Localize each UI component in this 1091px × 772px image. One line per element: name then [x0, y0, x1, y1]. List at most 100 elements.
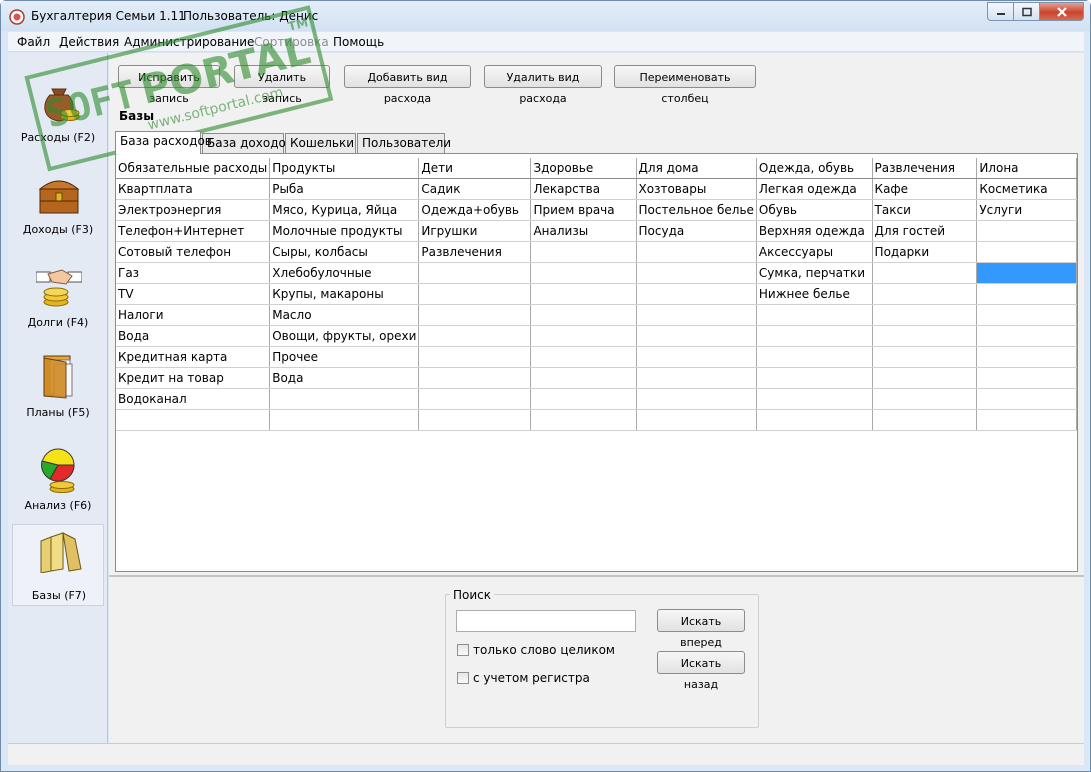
- search-input[interactable]: [456, 610, 636, 632]
- table-cell[interactable]: [872, 346, 978, 368]
- table-cell[interactable]: [530, 241, 637, 263]
- table-cell[interactable]: [418, 388, 532, 410]
- table-cell[interactable]: [269, 409, 420, 431]
- table-cell[interactable]: [530, 346, 637, 368]
- table-cell[interactable]: Рыба: [269, 178, 420, 200]
- table-cell[interactable]: [872, 409, 978, 431]
- title-bar[interactable]: Бухгалтерия Семьи 1.11 Пользователь: Ден…: [1, 1, 1090, 31]
- table-cell[interactable]: [418, 325, 532, 347]
- tab-wallets[interactable]: Кошельки: [285, 133, 356, 153]
- table-cell[interactable]: Вода: [116, 325, 271, 347]
- table-cell[interactable]: [976, 367, 1077, 389]
- table-cell[interactable]: Обувь: [756, 199, 873, 221]
- table-cell[interactable]: [756, 388, 873, 410]
- tab-income-base[interactable]: База доходов: [202, 133, 293, 153]
- table-cell[interactable]: [872, 325, 978, 347]
- table-cell[interactable]: [756, 409, 873, 431]
- table-cell[interactable]: Услуги: [976, 199, 1077, 221]
- table-cell[interactable]: [872, 283, 978, 305]
- table-cell[interactable]: Сыры, колбасы: [269, 241, 420, 263]
- table-cell[interactable]: [418, 262, 532, 284]
- table-cell[interactable]: Легкая одежда: [756, 178, 873, 200]
- column-header[interactable]: Одежда, обувь: [756, 158, 873, 179]
- menu-actions[interactable]: Действия: [59, 35, 119, 49]
- menu-help[interactable]: Помощь: [333, 35, 384, 49]
- table-cell[interactable]: [976, 304, 1077, 326]
- table-cell[interactable]: [872, 262, 978, 284]
- column-header[interactable]: Обязательные расходы: [116, 158, 271, 179]
- table-cell[interactable]: Масло: [269, 304, 420, 326]
- table-cell[interactable]: [269, 388, 420, 410]
- table-cell[interactable]: [756, 304, 873, 326]
- tab-users[interactable]: Пользователи: [357, 133, 451, 153]
- table-cell[interactable]: [636, 388, 757, 410]
- close-button[interactable]: [1039, 2, 1084, 21]
- column-header[interactable]: Здоровье: [530, 158, 637, 179]
- table-cell[interactable]: Вода: [269, 367, 420, 389]
- table-cell[interactable]: [636, 346, 757, 368]
- splitter-handle[interactable]: [109, 575, 1084, 577]
- sidebar-item-expenses[interactable]: Расходы (F2): [12, 75, 104, 155]
- table-cell[interactable]: Налоги: [116, 304, 271, 326]
- sidebar-item-analysis[interactable]: Анализ (F6): [12, 443, 104, 523]
- table-cell[interactable]: Постельное белье: [636, 199, 757, 221]
- edit-record-button[interactable]: Исправить запись: [118, 65, 220, 105]
- table-cell[interactable]: [530, 262, 637, 284]
- table-cell[interactable]: [530, 283, 637, 305]
- table-cell[interactable]: Кафе: [872, 178, 978, 200]
- column-header[interactable]: Для дома: [636, 158, 757, 179]
- table-cell[interactable]: Подарки: [872, 241, 978, 263]
- table-cell[interactable]: [756, 367, 873, 389]
- table-cell[interactable]: Прием врача: [530, 199, 637, 221]
- table-cell[interactable]: [976, 220, 1077, 242]
- table-cell[interactable]: [976, 241, 1077, 263]
- table-cell[interactable]: Одежда+обувь: [418, 199, 532, 221]
- table-cell[interactable]: [636, 241, 757, 263]
- whole-word-checkbox[interactable]: [457, 644, 469, 656]
- delete-expense-type-button[interactable]: Удалить вид расхода: [484, 65, 602, 105]
- table-cell[interactable]: Нижнее белье: [756, 283, 873, 305]
- table-cell[interactable]: [418, 346, 532, 368]
- sidebar-item-debts[interactable]: Долги (F4): [12, 260, 104, 340]
- menu-file[interactable]: Файл: [17, 35, 50, 49]
- table-cell[interactable]: Сотовый телефон: [116, 241, 271, 263]
- column-header[interactable]: Илона: [976, 158, 1077, 179]
- column-header[interactable]: Развлечения: [872, 158, 978, 179]
- table-cell[interactable]: [976, 409, 1077, 431]
- add-expense-type-button[interactable]: Добавить вид расхода: [344, 65, 471, 105]
- table-cell[interactable]: Квартплата: [116, 178, 271, 200]
- delete-record-button[interactable]: Удалить запись: [234, 65, 330, 105]
- table-cell[interactable]: TV: [116, 283, 271, 305]
- table-cell[interactable]: [530, 367, 637, 389]
- table-cell[interactable]: [976, 325, 1077, 347]
- table-cell[interactable]: Анализы: [530, 220, 637, 242]
- table-cell[interactable]: [636, 367, 757, 389]
- minimize-button[interactable]: [987, 2, 1013, 21]
- table-cell[interactable]: Верхняя одежда: [756, 220, 873, 242]
- table-cell[interactable]: Хлебобулочные: [269, 262, 420, 284]
- table-cell[interactable]: Для гостей: [872, 220, 978, 242]
- table-cell[interactable]: [756, 325, 873, 347]
- table-cell[interactable]: [872, 367, 978, 389]
- table-cell[interactable]: [530, 304, 637, 326]
- maximize-button[interactable]: [1013, 2, 1039, 21]
- table-cell[interactable]: Сумка, перчатки: [756, 262, 873, 284]
- table-cell[interactable]: [976, 283, 1077, 305]
- sidebar-item-income[interactable]: Доходы (F3): [12, 167, 104, 247]
- table-cell[interactable]: [636, 262, 757, 284]
- search-forward-button[interactable]: Искать вперед: [657, 609, 745, 649]
- match-case-checkbox[interactable]: [457, 672, 469, 684]
- table-cell[interactable]: Хозтовары: [636, 178, 757, 200]
- table-cell[interactable]: Водоканал: [116, 388, 271, 410]
- table-cell[interactable]: Косметика: [976, 178, 1077, 200]
- table-cell[interactable]: [976, 346, 1077, 368]
- sidebar-item-databases[interactable]: Базы (F7): [12, 524, 104, 606]
- column-header[interactable]: Дети: [418, 158, 532, 179]
- table-cell[interactable]: [530, 409, 637, 431]
- search-back-button[interactable]: Искать назад: [657, 651, 745, 691]
- table-cell[interactable]: Прочее: [269, 346, 420, 368]
- table-cell[interactable]: Овощи, фрукты, орехи: [269, 325, 420, 347]
- table-cell[interactable]: [116, 409, 271, 431]
- table-cell[interactable]: Аксессуары: [756, 241, 873, 263]
- table-cell[interactable]: Телефон+Интернет: [116, 220, 271, 242]
